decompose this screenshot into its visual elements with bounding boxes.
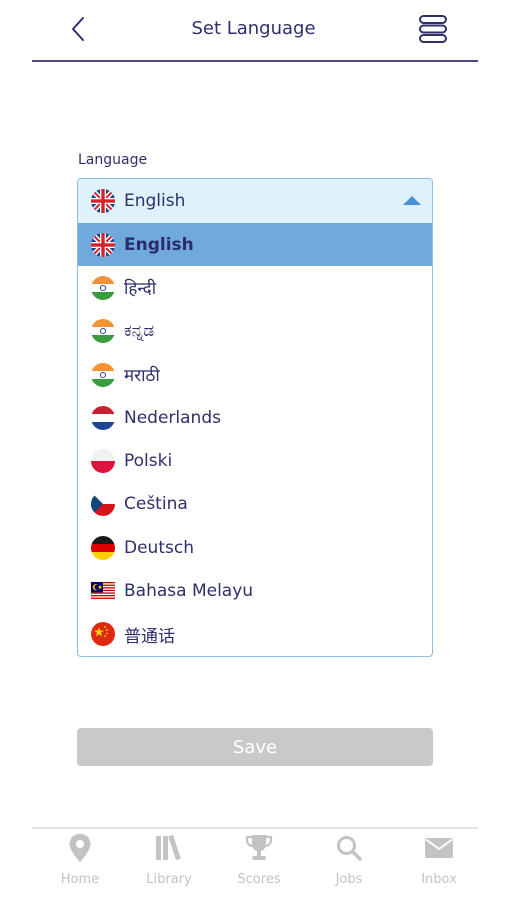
nav-label: Inbox xyxy=(421,872,457,887)
india-flag-icon xyxy=(91,319,115,344)
language-option-label: Ceština xyxy=(124,494,188,515)
stacked-menu-icon xyxy=(419,15,447,43)
bottom-nav: Home Library Scores Jobs Inbox xyxy=(0,829,507,900)
czech-flag-icon xyxy=(91,492,115,517)
map-pin-icon xyxy=(65,833,95,863)
selected-language-label: English xyxy=(124,191,186,211)
uk-flag-icon xyxy=(91,232,115,257)
nav-item-home[interactable]: Home xyxy=(35,829,125,895)
language-select[interactable]: English xyxy=(78,179,432,223)
language-option-label: 普通话 xyxy=(124,626,175,647)
envelope-icon xyxy=(424,833,454,863)
nav-label: Scores xyxy=(237,872,281,887)
app-header: Set Language xyxy=(0,0,507,62)
language-option-label: मराठी xyxy=(124,366,160,387)
netherlands-flag-icon xyxy=(91,405,115,430)
language-option-label: Bahasa Melayu xyxy=(124,581,254,602)
language-option-bahasa-melayu[interactable]: Bahasa Melayu xyxy=(78,569,432,612)
language-option-hindi[interactable]: हिन्दी xyxy=(78,266,432,309)
language-option-label: ಕನ್ನಡ xyxy=(124,321,155,342)
language-option-nederlands[interactable]: Nederlands xyxy=(78,396,432,439)
language-option-english[interactable]: English xyxy=(78,223,432,267)
header-divider xyxy=(32,60,478,62)
language-option-label: हिन्दी xyxy=(124,279,157,300)
search-icon xyxy=(334,833,364,863)
india-flag-icon xyxy=(91,362,115,387)
language-option-cestina[interactable]: Ceština xyxy=(78,483,432,526)
language-option-deutsch[interactable]: Deutsch xyxy=(78,526,432,569)
language-dropdown: English English हिन्दी ಕನ್ನಡ मराठी Neder… xyxy=(77,178,433,657)
nav-label: Library xyxy=(146,872,192,887)
india-flag-icon xyxy=(91,275,115,300)
germany-flag-icon xyxy=(91,535,115,560)
language-option-marathi[interactable]: मराठी xyxy=(78,353,432,396)
save-button[interactable]: Save xyxy=(77,728,433,766)
language-options-list: English हिन्दी ಕನ್ನಡ मराठी Nederlands Po… xyxy=(78,223,432,656)
trophy-icon xyxy=(244,833,274,863)
malaysia-flag-icon xyxy=(91,582,115,601)
menu-button[interactable] xyxy=(418,14,448,44)
language-option-polski[interactable]: Polski xyxy=(78,439,432,482)
nav-label: Home xyxy=(60,872,100,887)
language-label: Language xyxy=(78,152,148,168)
nav-item-library[interactable]: Library xyxy=(124,829,214,895)
nav-label: Jobs xyxy=(335,872,363,887)
uk-flag-icon xyxy=(91,189,115,213)
language-option-label: Nederlands xyxy=(124,407,221,428)
language-option-label: English xyxy=(124,234,194,255)
language-option-label: Polski xyxy=(124,451,173,472)
poland-flag-icon xyxy=(91,449,115,474)
nav-item-scores[interactable]: Scores xyxy=(214,829,304,895)
caret-up-icon[interactable] xyxy=(403,196,421,205)
language-option-mandarin[interactable]: 普通话 xyxy=(78,613,432,656)
nav-item-jobs[interactable]: Jobs xyxy=(304,829,394,895)
language-option-kannada[interactable]: ಕನ್ನಡ xyxy=(78,310,432,353)
china-flag-icon xyxy=(91,622,115,647)
nav-item-inbox[interactable]: Inbox xyxy=(394,829,484,895)
books-icon xyxy=(154,833,184,863)
language-option-label: Deutsch xyxy=(124,537,194,558)
